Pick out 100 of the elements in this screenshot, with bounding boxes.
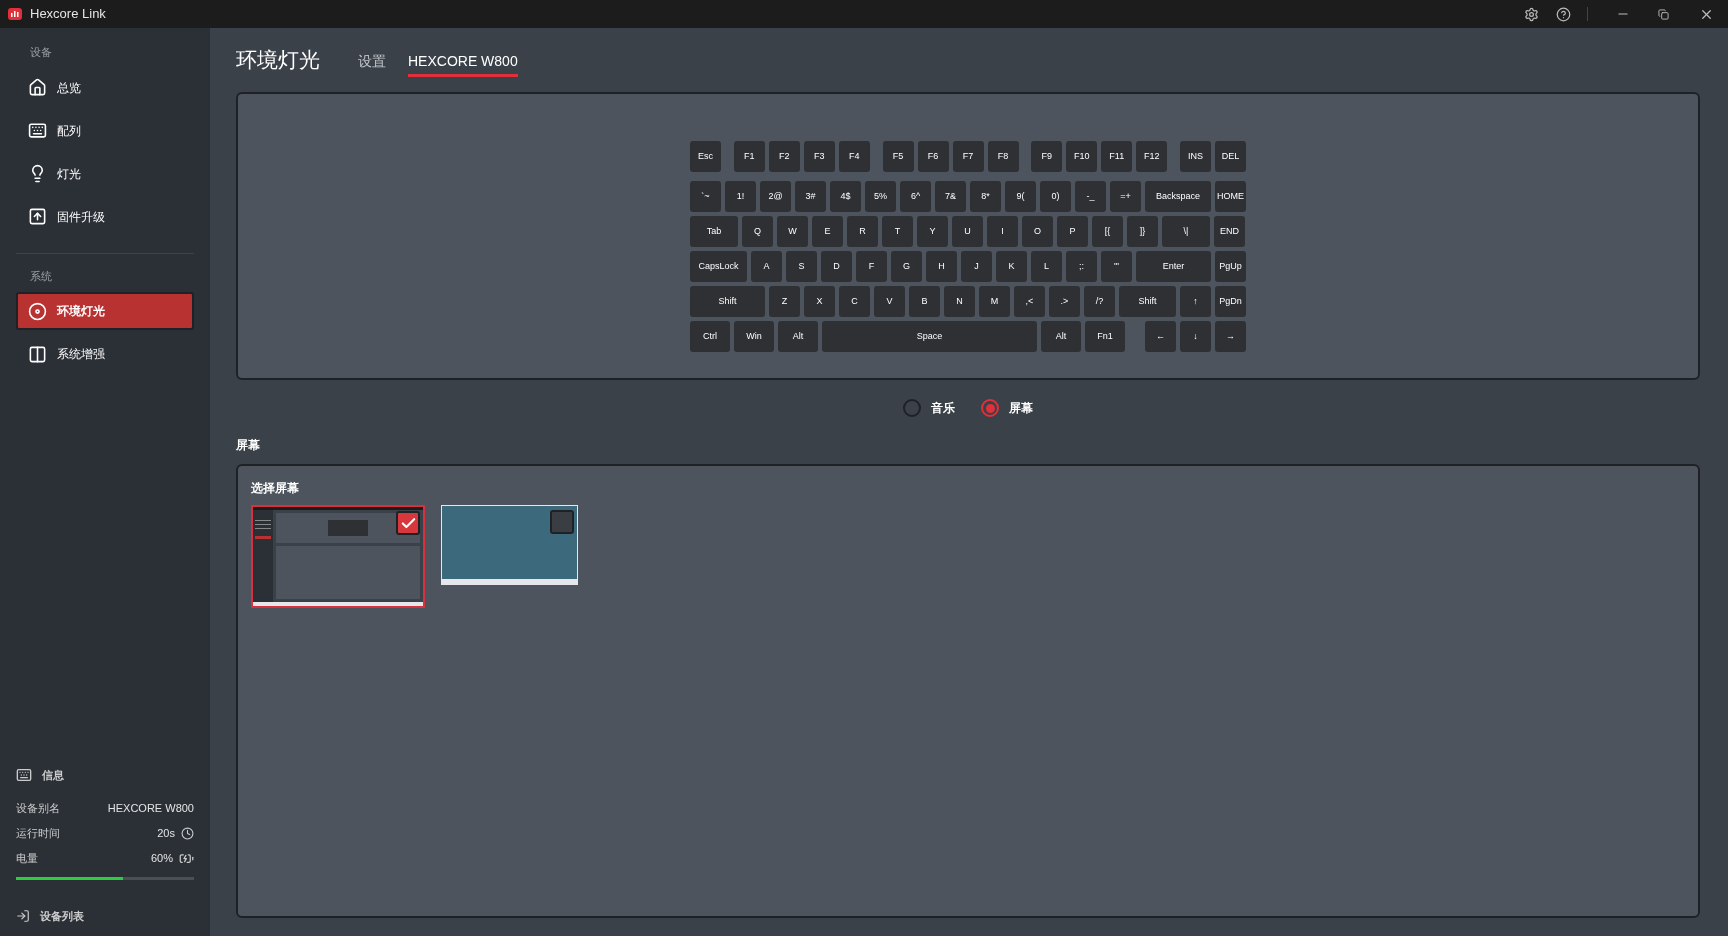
keyboard-key[interactable]: S [786, 251, 817, 282]
keyboard-key[interactable]: U [952, 216, 983, 247]
keyboard-key[interactable]: \| [1162, 216, 1210, 247]
tab[interactable]: 设置 [358, 51, 386, 77]
keyboard-key[interactable]: 5% [865, 181, 896, 212]
keyboard-key[interactable]: D [821, 251, 852, 282]
keyboard-key[interactable]: N [944, 286, 975, 317]
keyboard-key[interactable]: F2 [768, 141, 800, 172]
nav-item[interactable]: 环境灯光 [16, 292, 194, 330]
keyboard-key[interactable]: DEL [1215, 141, 1246, 172]
keyboard-key[interactable]: F10 [1066, 141, 1098, 172]
keyboard-key[interactable]: C [839, 286, 870, 317]
keyboard-key[interactable]: M [979, 286, 1010, 317]
keyboard-key[interactable]: O [1022, 216, 1053, 247]
select-checkbox[interactable] [396, 511, 420, 535]
keyboard-key[interactable]: Fn1 [1085, 321, 1125, 352]
keyboard-key[interactable]: ;: [1066, 251, 1097, 282]
keyboard-key[interactable]: I [987, 216, 1018, 247]
keyboard-key[interactable]: → [1215, 321, 1246, 352]
keyboard-key[interactable]: [{ [1092, 216, 1123, 247]
keyboard-key[interactable]: 7& [935, 181, 966, 212]
keyboard-key[interactable]: .> [1049, 286, 1080, 317]
keyboard-key[interactable]: Esc [690, 141, 721, 172]
keyboard-key[interactable]: P [1057, 216, 1088, 247]
keyboard-key[interactable]: J [961, 251, 992, 282]
keyboard-key[interactable]: F4 [838, 141, 870, 172]
keyboard-key[interactable]: INS [1180, 141, 1211, 172]
keyboard-key[interactable]: Ctrl [690, 321, 730, 352]
keyboard-key[interactable]: G [891, 251, 922, 282]
keyboard-key[interactable]: Tab [690, 216, 738, 247]
settings-icon[interactable] [1524, 6, 1539, 22]
keyboard-key[interactable]: F7 [952, 141, 984, 172]
keyboard-key[interactable]: Alt [1041, 321, 1081, 352]
keyboard-key[interactable]: CapsLock [690, 251, 747, 282]
keyboard-key[interactable]: F [856, 251, 887, 282]
keyboard-key[interactable]: V [874, 286, 905, 317]
keyboard-key[interactable]: Z [769, 286, 800, 317]
tab[interactable]: HEXCORE W800 [408, 51, 518, 77]
keyboard-key[interactable]: Shift [690, 286, 765, 317]
keyboard-key[interactable]: L [1031, 251, 1062, 282]
keyboard-key[interactable]: 4$ [830, 181, 861, 212]
info-value: 60% [150, 850, 173, 866]
keyboard-key[interactable]: 8* [970, 181, 1001, 212]
keyboard-key[interactable]: B [909, 286, 940, 317]
keyboard-key[interactable]: H [926, 251, 957, 282]
keyboard-key[interactable]: W [777, 216, 808, 247]
keyboard-key[interactable]: END [1214, 216, 1245, 247]
nav-item[interactable]: 灯光 [16, 154, 194, 193]
keyboard-key[interactable]: Space [822, 321, 1037, 352]
select-checkbox[interactable] [550, 510, 574, 534]
mode-radio[interactable]: 音乐 [903, 399, 955, 417]
keyboard-key[interactable]: 6^ [900, 181, 931, 212]
keyboard-key[interactable]: T [882, 216, 913, 247]
keyboard-key[interactable]: ↑ [1180, 286, 1211, 317]
keyboard-key[interactable]: Backspace [1145, 181, 1211, 212]
info-label: 运行时间 [16, 825, 60, 841]
keyboard-key[interactable]: ↓ [1180, 321, 1211, 352]
keyboard-key[interactable]: ← [1145, 321, 1176, 352]
keyboard-key[interactable]: F6 [917, 141, 949, 172]
keyboard-key[interactable]: F8 [987, 141, 1019, 172]
keyboard-key[interactable]: HOME [1215, 181, 1246, 212]
nav-item[interactable]: 固件升级 [16, 197, 194, 236]
keyboard-key[interactable]: F1 [733, 141, 765, 172]
keyboard-key[interactable]: Win [734, 321, 774, 352]
nav-item[interactable]: 配列 [16, 111, 194, 150]
keyboard-key[interactable]: 3# [795, 181, 826, 212]
keyboard-key[interactable]: 0) [1040, 181, 1071, 212]
keyboard-key[interactable]: PgUp [1215, 251, 1246, 282]
keyboard-key[interactable]: =+ [1110, 181, 1141, 212]
keyboard-key[interactable]: X [804, 286, 835, 317]
keyboard-key[interactable]: A [751, 251, 782, 282]
keyboard-key[interactable]: E [812, 216, 843, 247]
keyboard-key[interactable]: Enter [1136, 251, 1211, 282]
keyboard-key[interactable]: /? [1084, 286, 1115, 317]
keyboard-key[interactable]: F12 [1136, 141, 1168, 172]
keyboard-key[interactable]: K [996, 251, 1027, 282]
keyboard-key[interactable]: Shift [1119, 286, 1176, 317]
keyboard-key[interactable]: F9 [1031, 141, 1063, 172]
keyboard-key[interactable]: 2@ [760, 181, 791, 212]
keyboard-key[interactable]: '" [1101, 251, 1132, 282]
keyboard-key[interactable]: F3 [803, 141, 835, 172]
keyboard-key[interactable]: 9( [1005, 181, 1036, 212]
keyboard-key[interactable]: `~ [690, 181, 721, 212]
nav-item[interactable]: 总览 [16, 68, 194, 107]
restore-icon[interactable] [1658, 8, 1669, 20]
keyboard-key[interactable]: ]} [1127, 216, 1158, 247]
keyboard-key[interactable]: -_ [1075, 181, 1106, 212]
nav-item[interactable]: 系统增强 [16, 335, 194, 373]
keyboard-key[interactable]: Y [917, 216, 948, 247]
keyboard-key[interactable]: R [847, 216, 878, 247]
keyboard-key[interactable]: Q [742, 216, 773, 247]
keyboard-key[interactable]: F5 [882, 141, 914, 172]
keyboard-key[interactable]: PgDn [1215, 286, 1246, 317]
help-icon[interactable] [1556, 6, 1571, 22]
keyboard-key[interactable]: ,< [1014, 286, 1045, 317]
mode-radio[interactable]: 屏幕 [981, 399, 1033, 417]
device-list-link[interactable]: 设备列表 [16, 907, 194, 924]
keyboard-key[interactable]: F11 [1101, 141, 1133, 172]
keyboard-key[interactable]: Alt [778, 321, 818, 352]
keyboard-key[interactable]: 1! [725, 181, 756, 212]
